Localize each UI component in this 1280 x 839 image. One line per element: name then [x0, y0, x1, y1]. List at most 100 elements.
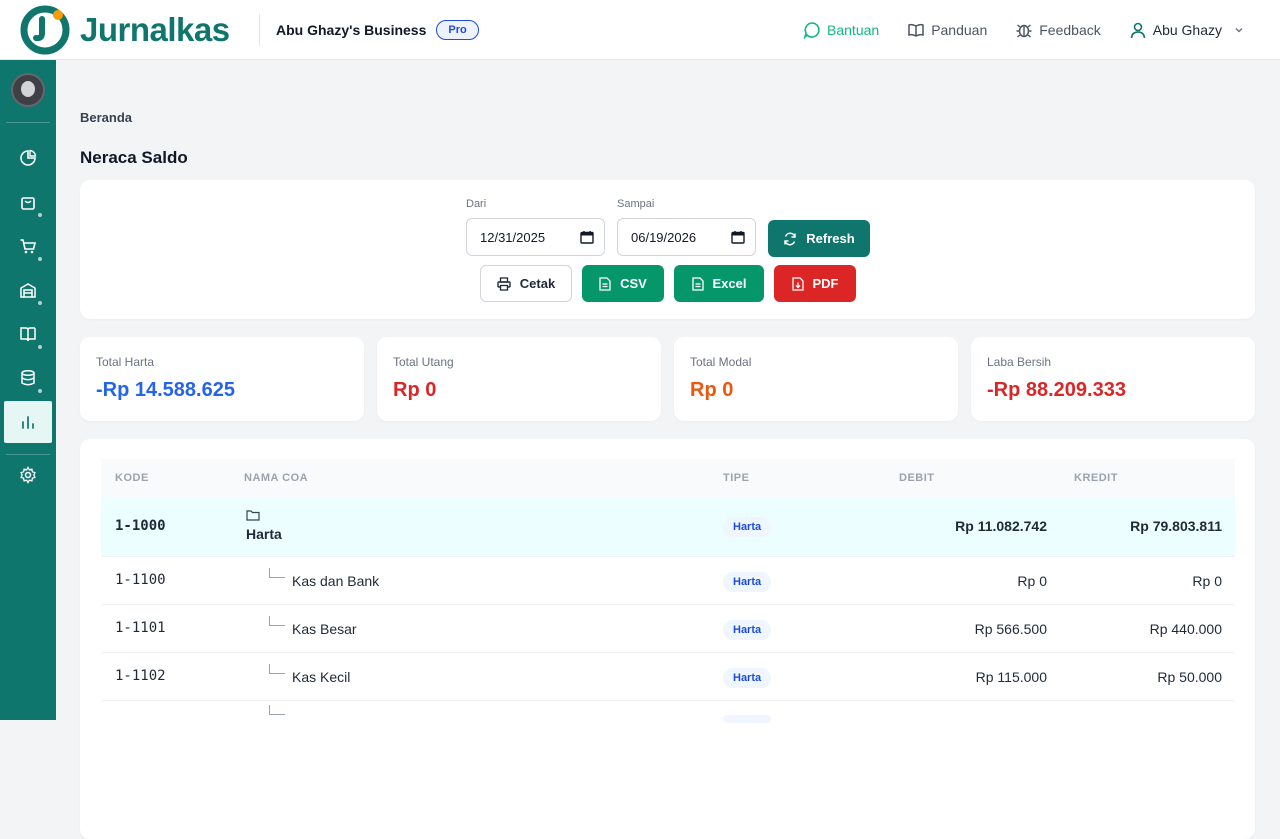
help-link[interactable]: Bantuan [803, 21, 879, 39]
stat-label: Total Harta [96, 355, 155, 369]
credit-amount: Rp 50.000 [1157, 669, 1222, 685]
sidebar-item-dashboard[interactable] [4, 137, 52, 179]
help-link-label: Bantuan [827, 21, 880, 38]
debit-amount: Rp 11.082.742 [955, 518, 1047, 534]
account-type-badge: Harta [723, 620, 772, 640]
plan-badge: Pro [436, 19, 479, 40]
account-code: 1-1102 [115, 668, 166, 684]
business-name[interactable]: Abu Ghazy's Business [276, 22, 426, 38]
tree-connector [269, 664, 285, 674]
calendar-icon[interactable] [580, 230, 594, 244]
sidebar-divider [6, 122, 50, 123]
stat-card-total-equity: Total Modal Rp 0 [674, 337, 958, 421]
from-date-input[interactable]: 12/31/2025 [466, 218, 605, 256]
user-menu[interactable]: Abu Ghazy [1129, 21, 1250, 39]
stat-label: Total Utang [393, 355, 454, 369]
excel-button[interactable]: Excel [674, 265, 764, 302]
warehouse-icon [20, 283, 36, 298]
stat-label: Total Modal [690, 355, 752, 369]
app-logo[interactable]: Jurnalkas [20, 5, 242, 55]
tree-connector [269, 616, 285, 626]
jurnalkas-logo-icon [20, 5, 70, 54]
stat-value: Rp 0 [393, 379, 437, 401]
to-date-input[interactable]: 06/19/2026 [617, 218, 756, 256]
stat-value: -Rp 14.588.625 [96, 379, 235, 401]
table-row[interactable] [101, 701, 1235, 749]
from-date-label: Dari [466, 198, 487, 210]
file-download-icon [791, 276, 804, 291]
guide-link-label: Panduan [931, 21, 988, 38]
csv-button[interactable]: CSV [582, 265, 664, 302]
credit-amount: Rp 440.000 [1149, 621, 1222, 637]
settings-icon [20, 466, 36, 484]
sidebar-item-purchases[interactable] [4, 225, 52, 267]
tree-connector [269, 568, 285, 578]
calendar-icon[interactable] [731, 230, 745, 244]
page-title: Neraca Saldo [80, 148, 188, 167]
submenu-dot [38, 301, 42, 305]
sidebar-item-reports[interactable] [4, 401, 52, 443]
user-icon [1130, 22, 1146, 38]
chat-bubble-icon [803, 21, 820, 39]
stat-card-total-liabilities: Total Utang Rp 0 [377, 337, 661, 421]
feedback-link-label: Feedback [1039, 21, 1101, 38]
stat-label: Laba Bersih [987, 355, 1052, 369]
pdf-button-label: PDF [812, 276, 839, 291]
chevron-down-icon [1235, 27, 1243, 32]
table-row[interactable]: 1-1102 Kas Kecil Harta Rp 115.000 Rp 50.… [101, 653, 1235, 701]
guide-link[interactable]: Panduan [907, 21, 987, 39]
breadcrumb[interactable]: Beranda [80, 110, 132, 125]
submenu-dot [38, 213, 42, 217]
book-icon [908, 23, 924, 37]
avatar[interactable] [11, 73, 45, 107]
credit-amount: Rp 0 [1192, 573, 1222, 589]
sidebar-item-inventory[interactable] [4, 269, 52, 311]
column-header-debit[interactable]: DEBIT [899, 472, 935, 484]
bar-chart-icon [22, 416, 34, 429]
table-row[interactable]: 1-1101 Kas Besar Harta Rp 566.500 Rp 440… [101, 605, 1235, 653]
account-code: 1-1000 [115, 518, 166, 534]
to-date-value: 06/19/2026 [631, 229, 697, 245]
feedback-link[interactable]: Feedback [1015, 21, 1101, 39]
account-name: Kas Kecil [292, 669, 351, 685]
sidebar-item-master-data[interactable] [4, 357, 52, 399]
credit-amount: Rp 79.803.811 [1130, 518, 1222, 534]
sidebar-item-settings[interactable] [4, 454, 52, 496]
sidebar-item-journal[interactable] [4, 313, 52, 355]
print-button-label: Cetak [519, 276, 556, 291]
submenu-dot [38, 345, 42, 349]
stat-value: Rp 0 [690, 379, 734, 401]
submenu-dot [38, 389, 42, 393]
refresh-button-label: Refresh [806, 231, 855, 246]
column-header-credit[interactable]: KREDIT [1074, 472, 1118, 484]
table-header: KODE NAMA COA TIPE DEBIT KREDIT [101, 459, 1235, 497]
account-code: 1-1101 [115, 620, 166, 636]
csv-button-label: CSV [620, 276, 647, 291]
account-type-badge: Harta [723, 668, 772, 688]
debit-amount: Rp 115.000 [975, 669, 1047, 685]
table-row[interactable]: 1-1100 Kas dan Bank Harta Rp 0 Rp 0 [101, 557, 1235, 605]
debit-amount: Rp 566.500 [974, 621, 1047, 637]
stat-value: -Rp 88.209.333 [987, 379, 1126, 401]
column-header-type[interactable]: TIPE [723, 472, 749, 484]
stat-card-total-assets: Total Harta -Rp 14.588.625 [80, 337, 364, 421]
account-name: Kas dan Bank [292, 573, 380, 589]
to-date-label: Sampai [617, 198, 655, 210]
print-button[interactable]: Cetak [480, 265, 572, 302]
logo-text: Jurnalkas [80, 10, 230, 48]
user-name: Abu Ghazy [1152, 21, 1222, 38]
from-date-value: 12/31/2025 [480, 229, 546, 245]
top-bar: Jurnalkas Abu Ghazy's Business Pro Bantu… [0, 0, 1280, 60]
stat-card-net-profit: Laba Bersih -Rp 88.209.333 [971, 337, 1255, 421]
header-divider [259, 13, 260, 46]
pdf-button[interactable]: PDF [774, 265, 856, 302]
refresh-button[interactable]: Refresh [768, 220, 870, 257]
trial-balance-table: KODE NAMA COA TIPE DEBIT KREDIT 1-1000 H… [80, 439, 1255, 839]
table-row[interactable]: 1-1000 Harta Harta Rp 11.082.742 Rp 79.8… [101, 497, 1235, 557]
column-header-name[interactable]: NAMA COA [244, 472, 308, 484]
sidebar-item-sales[interactable] [4, 181, 52, 223]
column-header-code[interactable]: KODE [115, 472, 149, 484]
book-open-icon [20, 327, 36, 342]
shopping-bag-icon [21, 197, 35, 210]
refresh-icon [784, 232, 797, 245]
